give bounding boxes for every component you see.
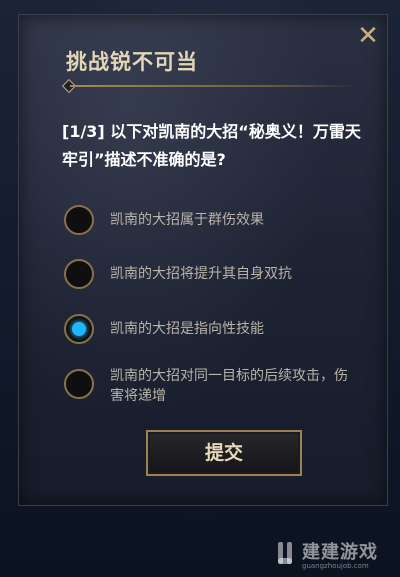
radio-button-selected[interactable] <box>64 314 94 344</box>
question-text: [1/3] 以下对凯南的大招“秘奥义！万雷天牢引”描述不准确的是? <box>62 122 361 169</box>
radio-button[interactable] <box>64 259 94 289</box>
watermark: 建建游戏 guangzhoujob.com <box>276 538 400 574</box>
option-2[interactable]: 凯南的大招将提升其自身双抗 <box>64 256 364 296</box>
option-label: 凯南的大招将提升其自身双抗 <box>110 266 292 282</box>
radio-button[interactable] <box>64 205 94 235</box>
option-label: 凯南的大招属于群伤效果 <box>110 212 264 228</box>
option-label: 凯南的大招对同一目标的后续攻击，伤害将递增 <box>110 368 348 404</box>
watermark-text: 建建游戏 <box>302 542 378 563</box>
title-divider <box>70 85 356 87</box>
option-3[interactable]: 凯南的大招是指向性技能 <box>64 311 364 351</box>
radio-button[interactable] <box>64 369 94 399</box>
watermark-url: guangzhoujob.com <box>302 562 369 570</box>
option-4[interactable]: 凯南的大招对同一目标的后续攻击，伤害将递增 <box>64 366 364 406</box>
close-icon[interactable]: ✕ <box>356 23 380 49</box>
option-1[interactable]: 凯南的大招属于群伤效果 <box>64 202 364 242</box>
watermark-logo-icon <box>278 542 292 564</box>
dialog-title: 挑战锐不可当 <box>66 50 198 74</box>
option-label: 凯南的大招是指向性技能 <box>110 321 264 337</box>
submit-button[interactable]: 提交 <box>146 430 302 476</box>
